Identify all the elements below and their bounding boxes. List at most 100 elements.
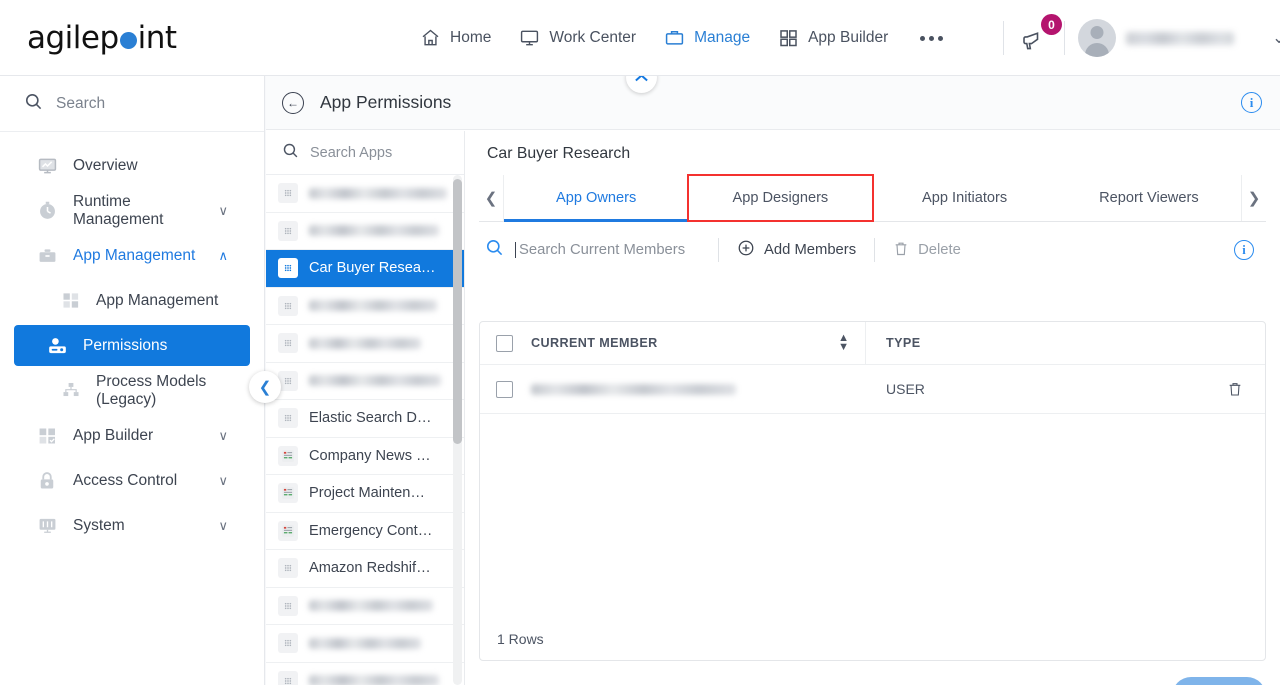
app-dots-icon	[278, 370, 298, 391]
app-search[interactable]	[266, 131, 464, 175]
tab-app-owners[interactable]: App Owners	[504, 175, 689, 222]
sidebar-item-overview[interactable]: Overview	[14, 145, 250, 186]
app-list-scrollbar-thumb[interactable]	[453, 179, 462, 444]
topbar-divider-2	[1064, 21, 1065, 55]
app-list-item[interactable]: Project Mainten…	[266, 475, 464, 513]
top-bar: agilep int Home Work Center Manage App B…	[0, 0, 1280, 76]
sidebar-item-app-management-group[interactable]: App Management ∧	[14, 235, 250, 276]
sidebar-item-access-control[interactable]: Access Control ∨	[14, 460, 250, 501]
chevron-down-icon: ∨	[218, 427, 228, 443]
search-icon	[282, 142, 299, 164]
sort-icon[interactable]: ▲ ▼	[838, 333, 849, 353]
user-card-icon	[46, 335, 68, 357]
topnav-label-manage: Manage	[694, 29, 751, 46]
sidebar-label-app-management-group: App Management	[73, 246, 196, 264]
app-dots-icon	[278, 633, 298, 654]
stopwatch-icon	[36, 200, 58, 222]
topnav-item-work-center[interactable]: Work Center	[519, 28, 636, 48]
member-search-input[interactable]	[515, 242, 700, 258]
chevron-down-icon: ∨	[218, 472, 228, 488]
tab-scroll-left-button[interactable]: ❮	[479, 175, 504, 221]
topnav-item-app-builder[interactable]: App Builder	[778, 28, 888, 48]
app-list-item-label: Car Buyer Resea…	[309, 260, 436, 277]
app-dots-icon	[278, 183, 298, 204]
chevron-left-icon: ❮	[258, 379, 272, 396]
row-checkbox[interactable]	[496, 380, 513, 398]
sidebar-label-permissions: Permissions	[83, 336, 168, 354]
page-info-icon[interactable]: i	[1241, 92, 1262, 113]
tab-report-viewers[interactable]: Report Viewers	[1057, 175, 1241, 221]
user-menu[interactable]: ⌄	[1078, 19, 1280, 57]
announcements-button[interactable]: 0	[1018, 14, 1064, 60]
page-title: App Permissions	[320, 92, 452, 112]
logo-text-part2: int	[137, 20, 177, 56]
app-list-item[interactable]: Elastic Search D…	[266, 400, 464, 438]
app-dots-icon	[278, 595, 298, 616]
app-list-item[interactable]: Company News …	[266, 438, 464, 475]
app-list-item[interactable]: Amazon Redshif…	[266, 550, 464, 588]
lock-icon	[36, 470, 58, 492]
app-list-item[interactable]	[266, 663, 464, 685]
grid-check-icon	[36, 425, 58, 447]
sidebar-search[interactable]	[0, 76, 264, 132]
app-search-input[interactable]	[310, 144, 430, 161]
sidebar-label-access-control: Access Control	[73, 471, 178, 489]
left-sidebar: Overview Runtime Management ∨ App Manage…	[0, 76, 265, 685]
grid-icon	[60, 290, 82, 312]
members-info-icon[interactable]: i	[1234, 240, 1254, 260]
app-list-item-label: Project Mainten…	[309, 485, 425, 502]
topnav-item-manage[interactable]: Manage	[664, 28, 750, 48]
app-list-item[interactable]: Car Buyer Resea…	[266, 250, 464, 288]
app-list-item[interactable]	[266, 625, 464, 663]
sidebar-item-system[interactable]: System ∨	[14, 505, 250, 546]
table-row[interactable]: USER	[480, 365, 1265, 414]
sidebar-search-input[interactable]	[56, 94, 206, 113]
select-all-checkbox[interactable]	[496, 334, 513, 352]
app-list-item[interactable]	[266, 363, 464, 400]
app-list-item-label-blurred	[309, 300, 437, 312]
notification-badge: 0	[1041, 14, 1062, 35]
sidebar-collapse-button[interactable]: ❮	[249, 371, 281, 403]
briefcase-icon	[36, 245, 58, 267]
app-list-pane: Car Buyer Resea… Elastic Search D… Compa…	[266, 131, 465, 685]
app-list-item-label: Elastic Search D…	[309, 410, 432, 427]
tab-app-initiators[interactable]: App Initiators	[873, 175, 1057, 221]
sidebar-item-process-models-legacy[interactable]: Process Models (Legacy)	[14, 370, 250, 411]
app-list-item[interactable]	[266, 213, 464, 250]
back-arrow-icon[interactable]: ←	[282, 91, 304, 114]
app-form-icon	[278, 483, 298, 504]
app-list-item[interactable]	[266, 175, 464, 213]
page-header: ← App Permissions i	[266, 76, 1280, 130]
sidebar-item-permissions[interactable]: Permissions	[14, 325, 250, 366]
tab-label-app-initiators: App Initiators	[922, 190, 1008, 206]
chevron-down-icon: ⌄	[1272, 28, 1280, 47]
app-list-item[interactable]	[266, 288, 464, 325]
avatar	[1078, 19, 1116, 57]
sidebar-item-runtime-management[interactable]: Runtime Management ∨	[14, 190, 250, 231]
chevron-left-icon: ❮	[484, 190, 498, 207]
update-button[interactable]: Update	[1172, 677, 1266, 685]
sidebar-item-app-management[interactable]: App Management	[14, 280, 250, 321]
search-icon	[485, 238, 504, 262]
grid-icon	[778, 28, 799, 48]
hierarchy-icon	[60, 380, 82, 402]
app-list-item-label: Company News …	[309, 447, 431, 464]
row-delete-icon[interactable]	[1227, 380, 1243, 403]
app-list-item[interactable]	[266, 325, 464, 363]
topnav-item-home[interactable]: Home	[420, 28, 491, 48]
tab-app-designers[interactable]: App Designers	[687, 174, 874, 222]
app-list-item[interactable]: Emergency Cont…	[266, 513, 464, 550]
dot-1-icon	[920, 35, 926, 41]
system-monitor-icon	[36, 515, 58, 537]
member-search[interactable]	[485, 238, 718, 262]
app-dots-icon	[278, 408, 298, 429]
add-members-button[interactable]: Add Members	[719, 239, 874, 261]
sidebar-item-app-builder[interactable]: App Builder ∨	[14, 415, 250, 456]
chevron-down-icon: ∨	[218, 517, 228, 533]
app-list-item[interactable]	[266, 588, 464, 625]
app-dots-icon	[278, 670, 298, 685]
delete-label: Delete	[918, 242, 961, 258]
tab-scroll-right-button[interactable]: ❯	[1241, 175, 1266, 221]
topnav-more-button[interactable]	[916, 35, 947, 41]
agilepoint-logo[interactable]: agilep int	[27, 17, 177, 59]
